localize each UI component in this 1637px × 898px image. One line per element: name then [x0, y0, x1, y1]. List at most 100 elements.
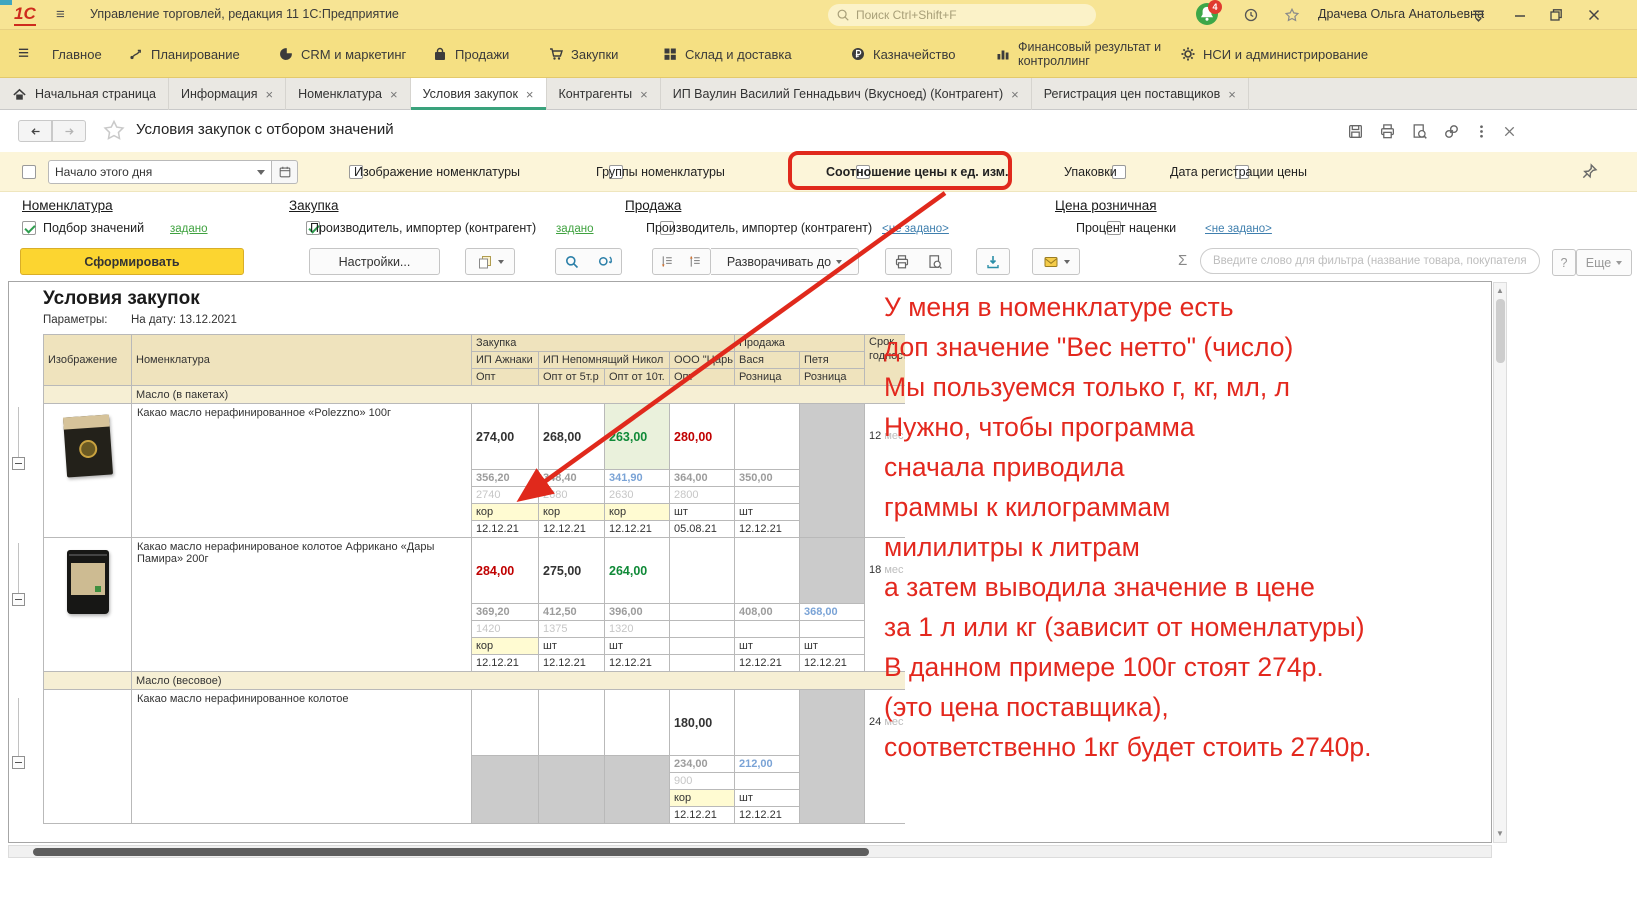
unit-price-cell[interactable]: 900 — [670, 773, 735, 790]
alt-price-cell[interactable]: 408,00 — [735, 604, 800, 621]
date-cell[interactable]: 12.12.21 — [800, 655, 865, 672]
unit-price-cell[interactable] — [735, 487, 800, 504]
unit-cell[interactable]: шт — [735, 790, 800, 807]
find-next-icon[interactable] — [588, 248, 622, 275]
more-button[interactable]: Еще — [1576, 249, 1632, 276]
history-icon[interactable] — [1243, 7, 1259, 23]
date-cell[interactable]: 12.12.21 — [605, 655, 670, 672]
alt-price-cell[interactable]: 412,50 — [539, 604, 605, 621]
unit-cell[interactable] — [670, 638, 735, 655]
close-tab-icon[interactable]: × — [390, 87, 398, 102]
notifications-button[interactable]: 4 — [1196, 3, 1220, 27]
product-name[interactable]: Какао масло нерафинированное колотое — [132, 690, 472, 824]
scroll-up-icon[interactable]: ▲ — [1496, 287, 1504, 295]
col-header-image[interactable]: Изображение — [44, 335, 132, 386]
price-cell-high[interactable]: 284,00 — [472, 538, 539, 604]
alt-price-cell[interactable]: 212,00 — [735, 756, 800, 773]
unit-price-cell[interactable]: 2800 — [670, 487, 735, 504]
collapse-group-button[interactable] — [12, 593, 25, 606]
pricetype-cell[interactable]: Опт — [472, 369, 539, 386]
alt-price-cell[interactable]: 341,90 — [605, 470, 670, 487]
podbor-checkbox[interactable] — [22, 221, 36, 235]
ribbon-item-glavnoe[interactable]: Главное — [52, 30, 102, 78]
pricetype-cell[interactable]: Розница — [800, 369, 865, 386]
unit-price-cell[interactable]: 2630 — [605, 487, 670, 504]
unit-cell[interactable]: кор — [539, 504, 605, 521]
close-tab-icon[interactable]: × — [1228, 87, 1236, 102]
price-cell-empty[interactable] — [735, 690, 800, 756]
unit-cell[interactable]: шт — [539, 638, 605, 655]
tab-nomenklatura[interactable]: Номенклатура× — [286, 78, 410, 110]
alt-price-cell[interactable]: 350,00 — [735, 470, 800, 487]
generate-button[interactable]: Сформировать — [20, 248, 244, 275]
unit-cell[interactable]: шт — [800, 638, 865, 655]
period-checkbox[interactable] — [22, 165, 36, 179]
date-cell[interactable]: 12.12.21 — [539, 521, 605, 538]
ribbon-item-kaznacheystvo[interactable]: Казначейство — [850, 30, 955, 78]
horizontal-scrollbar[interactable] — [8, 845, 1492, 858]
col-header-nomenklatura[interactable]: Номенклатура — [132, 335, 472, 386]
toolbar-preview-icon[interactable] — [918, 248, 952, 275]
alt-price-cell[interactable]: 396,00 — [605, 604, 670, 621]
ribbon-item-sklad[interactable]: Склад и доставка — [662, 30, 792, 78]
unit-price-cell[interactable] — [735, 621, 800, 638]
close-report-icon[interactable] — [1496, 120, 1522, 142]
ribbon-item-crm[interactable]: CRM и маркетинг — [278, 30, 406, 78]
alt-price-cell[interactable]: 348,40 — [539, 470, 605, 487]
close-tab-icon[interactable]: × — [640, 87, 648, 102]
tab-vaulin[interactable]: ИП Ваулин Василий Геннадьвич (Вкусноед) … — [661, 78, 1032, 110]
pricetype-cell[interactable]: Опт — [670, 369, 735, 386]
price-cell[interactable]: 275,00 — [539, 538, 605, 604]
send-mail-icon[interactable] — [1032, 248, 1080, 275]
unit-cell[interactable]: кор — [472, 638, 539, 655]
minimize-button[interactable] — [1512, 7, 1528, 23]
purchase-producer-status-link[interactable]: задано — [556, 223, 594, 235]
price-cell-high[interactable]: 280,00 — [670, 404, 735, 470]
date-cell[interactable] — [670, 655, 735, 672]
ribbon-item-prodazhi[interactable]: Продажи — [432, 30, 509, 78]
date-cell[interactable]: 12.12.21 — [735, 655, 800, 672]
date-cell[interactable]: 12.12.21 — [670, 807, 735, 824]
settings-button[interactable]: Настройки... — [309, 248, 440, 275]
report-variants-button[interactable] — [465, 248, 515, 275]
price-cell-empty[interactable] — [735, 404, 800, 470]
unit-cell[interactable]: кор — [605, 504, 670, 521]
group-row[interactable]: Масло (весовое) — [44, 672, 911, 690]
price-cell[interactable]: 268,00 — [539, 404, 605, 470]
collapse-group-button[interactable] — [12, 756, 25, 769]
horizontal-scroll-thumb[interactable] — [33, 848, 869, 856]
markup-status-link[interactable]: <не задано> — [1205, 223, 1272, 235]
col-group-zakupka[interactable]: Закупка — [472, 335, 735, 352]
supplier-cell[interactable]: ИП Непомнящий Никол — [539, 352, 670, 369]
favorite-star-icon[interactable] — [103, 119, 125, 141]
vertical-scroll-thumb[interactable] — [1496, 299, 1505, 363]
period-combobox[interactable]: Начало этого дня — [48, 160, 272, 184]
supplier-cell[interactable]: Петя — [800, 352, 865, 369]
pin-icon[interactable] — [1580, 162, 1599, 181]
sections-menu-icon[interactable]: ≡ — [18, 30, 29, 78]
date-cell[interactable]: 12.12.21 — [735, 521, 800, 538]
toolbar-print-icon[interactable] — [885, 248, 919, 275]
price-cell-empty[interactable] — [605, 690, 670, 756]
price-cell-best[interactable]: 263,00 — [605, 404, 670, 470]
search-input[interactable] — [856, 8, 1076, 22]
date-cell[interactable]: 12.12.21 — [605, 521, 670, 538]
unit-cell[interactable]: шт — [605, 638, 670, 655]
nav-forward-button[interactable] — [52, 120, 86, 142]
tab-registraciya-cen[interactable]: Регистрация цен поставщиков× — [1032, 78, 1249, 110]
ribbon-item-nsi[interactable]: НСИ и администрирование — [1180, 30, 1368, 78]
tab-usloviya-zakupok[interactable]: Условия закупок× — [411, 78, 547, 110]
main-menu-icon[interactable]: ≡ — [56, 6, 65, 23]
price-cell-empty[interactable] — [472, 690, 539, 756]
podbor-status-link[interactable]: задано — [170, 223, 208, 235]
scroll-down-icon[interactable]: ▼ — [1496, 830, 1504, 838]
unit-price-cell[interactable] — [735, 773, 800, 790]
date-cell[interactable]: 12.12.21 — [735, 807, 800, 824]
close-tab-icon[interactable]: × — [1011, 87, 1019, 102]
table-row[interactable]: Какао масло нерафинированое колотое Афри… — [44, 538, 911, 604]
table-row[interactable]: Какао масло нерафинированное колотое 180… — [44, 690, 911, 756]
alt-price-cell[interactable]: 364,00 — [670, 470, 735, 487]
date-cell[interactable]: 12.12.21 — [539, 655, 605, 672]
nav-back-button[interactable] — [18, 120, 52, 142]
pricetype-cell[interactable]: Розница — [735, 369, 800, 386]
